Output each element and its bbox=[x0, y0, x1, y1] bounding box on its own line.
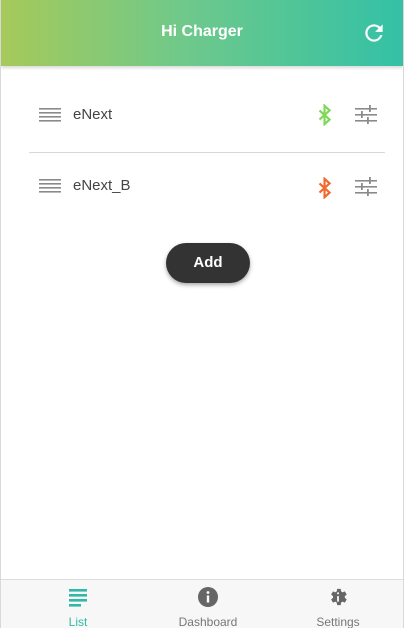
list-icon bbox=[69, 589, 87, 607]
tab-label: Settings bbox=[316, 615, 360, 628]
refresh-button[interactable] bbox=[361, 20, 387, 46]
page-title: Hi Charger bbox=[161, 23, 243, 40]
drag-handle-icon[interactable] bbox=[39, 106, 61, 124]
bluetooth-icon bbox=[318, 177, 332, 199]
tune-icon[interactable] bbox=[355, 105, 377, 125]
bluetooth-icon bbox=[318, 104, 332, 126]
gear-icon bbox=[331, 588, 347, 606]
app-header: Hi Charger bbox=[1, 0, 403, 66]
tab-label: List bbox=[68, 615, 88, 628]
tab-list[interactable]: List bbox=[18, 586, 138, 628]
add-button[interactable]: Add bbox=[166, 243, 250, 283]
drag-handle-icon[interactable] bbox=[39, 177, 61, 195]
tune-icon[interactable] bbox=[355, 177, 377, 197]
list-item[interactable]: eNext_B bbox=[29, 153, 385, 225]
bottom-nav: List Dashboard Settings bbox=[1, 579, 403, 628]
tab-label: Dashboard bbox=[178, 615, 238, 628]
device-name: eNext bbox=[73, 106, 113, 123]
device-name: eNext_B bbox=[73, 177, 131, 194]
tab-dashboard[interactable]: Dashboard bbox=[148, 586, 268, 628]
list-item[interactable]: eNext bbox=[29, 66, 385, 153]
info-icon bbox=[198, 587, 218, 607]
device-list: eNext eNext_B bbox=[1, 66, 403, 225]
app-screen: Hi Charger eNext eNext_B Add List Dashbo… bbox=[0, 0, 404, 628]
tab-settings[interactable]: Settings bbox=[278, 586, 398, 628]
refresh-icon bbox=[365, 24, 383, 42]
